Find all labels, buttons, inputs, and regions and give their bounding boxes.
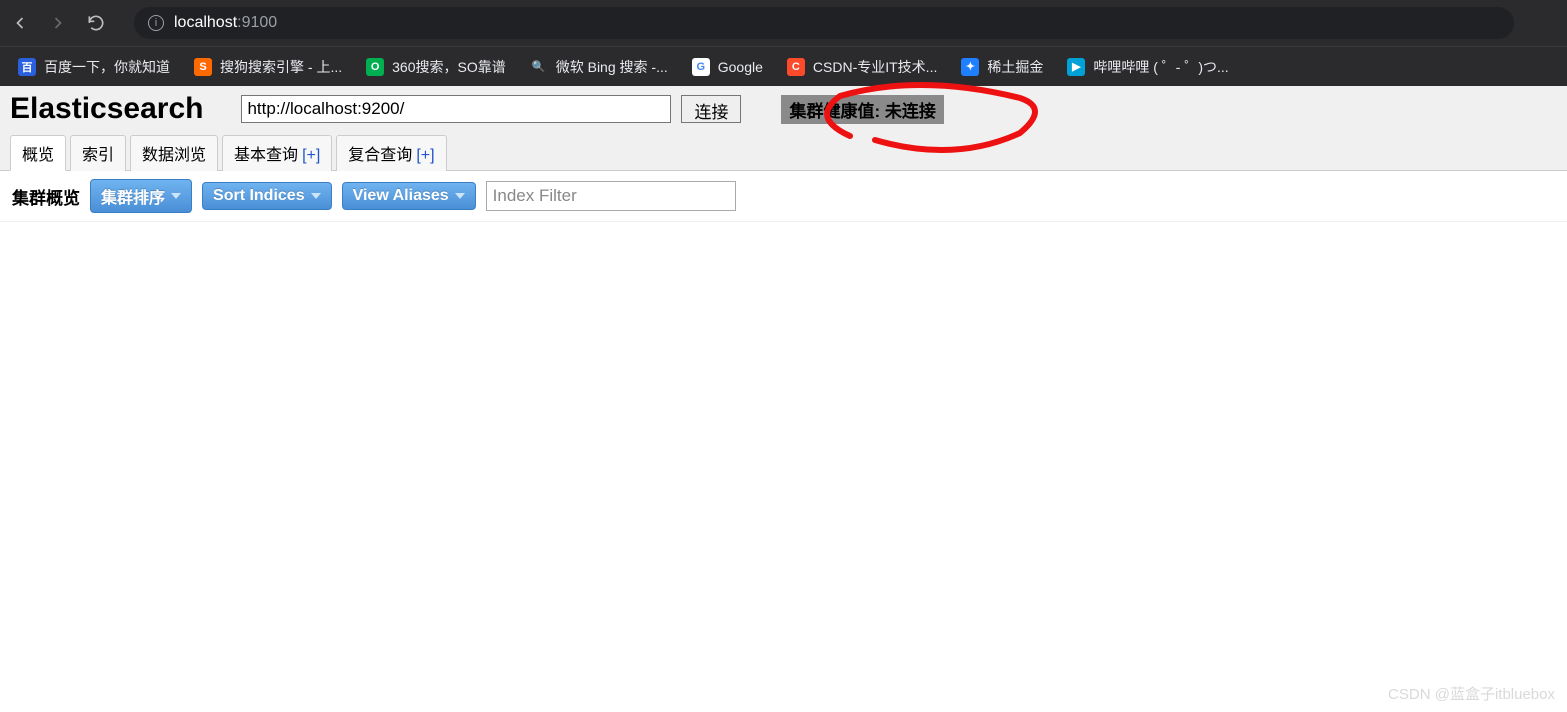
- bookmark-label: CSDN-专业IT技术...: [813, 57, 937, 77]
- tab[interactable]: 基本查询[+]: [222, 135, 332, 171]
- reload-icon[interactable]: [86, 13, 106, 33]
- bookmark-label: 微软 Bing 搜索 -...: [556, 57, 668, 77]
- bookmark-label: 哔哩哔哩 ( ゜- ゜)つ...: [1093, 57, 1228, 77]
- bookmark-favicon: ▶: [1067, 58, 1085, 76]
- forward-icon[interactable]: [48, 13, 68, 33]
- bookmark-item[interactable]: 🔍 微软 Bing 搜索 -...: [530, 57, 668, 77]
- site-info-icon[interactable]: i: [148, 15, 164, 31]
- tab[interactable]: 概览: [10, 135, 66, 171]
- connect-button[interactable]: 连接: [681, 95, 741, 123]
- bookmark-label: 百度一下，你就知道: [44, 57, 170, 77]
- app-title: Elasticsearch: [10, 92, 203, 126]
- bookmark-label: 搜狗搜索引擎 - 上...: [220, 57, 342, 77]
- bookmark-item[interactable]: ▶ 哔哩哔哩 ( ゜- ゜)つ...: [1067, 57, 1228, 77]
- tab-plus-icon: [+]: [302, 147, 320, 164]
- cluster-health-badge: 集群健康值: 未连接: [781, 95, 943, 124]
- bookmark-favicon: G: [692, 58, 710, 76]
- bookmark-item[interactable]: C CSDN-专业IT技术...: [787, 57, 937, 77]
- bookmark-item[interactable]: O 360搜索，SO靠谱: [366, 57, 506, 77]
- bookmark-label: 稀土掘金: [987, 57, 1043, 77]
- bookmark-item[interactable]: 百百度一下，你就知道: [18, 57, 170, 77]
- chevron-down-icon: [455, 193, 465, 199]
- tab-plus-icon: [+]: [416, 147, 434, 164]
- watermark: CSDN @蓝盒子itbluebox: [1388, 683, 1555, 704]
- bookmark-label: Google: [718, 59, 763, 75]
- tab[interactable]: 数据浏览: [130, 135, 218, 171]
- sort-cluster-button[interactable]: 集群排序: [90, 179, 192, 213]
- bookmark-favicon: 百: [18, 58, 36, 76]
- bookmark-item[interactable]: G Google: [692, 58, 763, 76]
- tab[interactable]: 索引: [70, 135, 126, 171]
- tab[interactable]: 复合查询[+]: [336, 135, 446, 171]
- bookmark-label: 360搜索，SO靠谱: [392, 57, 506, 77]
- bookmark-item[interactable]: ✦ 稀土掘金: [961, 57, 1043, 77]
- browser-nav-bar: i localhost:9100: [0, 0, 1567, 46]
- es-header: Elasticsearch 连接 集群健康值: 未连接 概览索引数据浏览基本查询…: [0, 86, 1567, 171]
- bookmark-favicon: C: [787, 58, 805, 76]
- chevron-down-icon: [171, 193, 181, 199]
- bookmarks-bar: 百百度一下，你就知道 S 搜狗搜索引擎 - 上... O 360搜索，SO靠谱 🔍 微软 B…: [0, 46, 1567, 86]
- url-text: localhost:9100: [174, 14, 277, 32]
- url-bar[interactable]: i localhost:9100: [134, 7, 1514, 39]
- back-icon[interactable]: [10, 13, 30, 33]
- bookmark-favicon: S: [194, 58, 212, 76]
- sort-indices-button[interactable]: Sort Indices: [202, 182, 332, 210]
- overview-toolbar: 集群概览 集群排序 Sort Indices View Aliases: [0, 171, 1567, 222]
- es-url-input[interactable]: [241, 95, 671, 123]
- bookmark-favicon: ✦: [961, 58, 979, 76]
- tab-bar: 概览索引数据浏览基本查询[+]复合查询[+]: [10, 134, 1557, 170]
- index-filter-input[interactable]: [486, 181, 736, 211]
- bookmark-favicon: 🔍: [530, 58, 548, 76]
- chevron-down-icon: [311, 193, 321, 199]
- toolbar-label: 集群概览: [12, 184, 80, 209]
- bookmark-favicon: O: [366, 58, 384, 76]
- bookmark-item[interactable]: S 搜狗搜索引擎 - 上...: [194, 57, 342, 77]
- view-aliases-button[interactable]: View Aliases: [342, 182, 476, 210]
